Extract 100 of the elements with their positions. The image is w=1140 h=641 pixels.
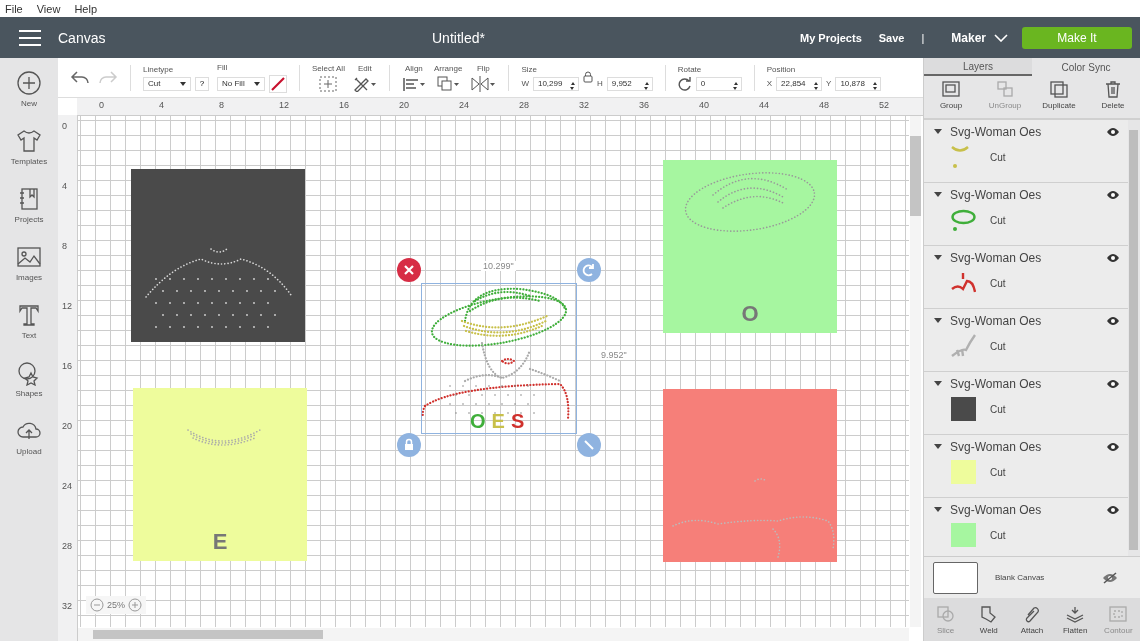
vertical-ruler: 0 4 8 12 16 20 24 28 32 (58, 115, 78, 641)
panel-tab[interactable]: Layers (924, 58, 1032, 76)
horizontal-scrollbar[interactable] (78, 628, 909, 641)
y-label: Y (826, 79, 832, 88)
y-field[interactable]: 10,878 (835, 76, 882, 91)
separator: | (921, 31, 925, 44)
horizontal-ruler: 0 4 8 12 16 20 24 28 32 36 40 44 48 52 (77, 98, 923, 116)
machine-dropdown[interactable]: Maker (951, 30, 1008, 45)
layer-operation: Cut (990, 340, 1006, 352)
menu-item[interactable]: File (5, 2, 23, 15)
header-link[interactable]: My Projects (800, 31, 862, 44)
collapse-caret-icon[interactable] (934, 318, 942, 324)
sidebar-item[interactable]: New (16, 70, 42, 115)
edit-button[interactable]: Edit (352, 63, 377, 92)
menu-item[interactable]: View (36, 2, 61, 15)
layer-operation: Cut (990, 214, 1006, 226)
ungroup-icon (995, 80, 1015, 98)
slice-icon (935, 604, 956, 623)
eye-icon[interactable] (1106, 505, 1120, 515)
x-field[interactable]: 22,854 (776, 76, 823, 91)
plus-circle-icon (16, 70, 42, 96)
arrange-button[interactable]: Arrange (433, 63, 463, 92)
tshirt-icon (16, 128, 42, 154)
undo-icon[interactable] (70, 69, 90, 86)
pencil-ruler-icon (352, 75, 377, 92)
eye-icon[interactable] (1106, 442, 1120, 452)
design-letter: O (740, 301, 760, 327)
sidebar-item[interactable]: Text (16, 302, 42, 347)
align-button[interactable]: Align (401, 63, 426, 92)
layer-name[interactable]: Svg-Woman Oes (950, 503, 1042, 517)
collapse-caret-icon[interactable] (934, 381, 942, 387)
align-left-icon (401, 75, 426, 92)
menu-item[interactable]: Help (74, 2, 97, 15)
sidebar-item[interactable]: Shapes (15, 360, 43, 405)
layers-scrollbar[interactable] (1129, 130, 1138, 550)
sidebar-item[interactable]: Images (15, 244, 43, 289)
help-button[interactable]: ? (195, 76, 209, 91)
collapse-caret-icon[interactable] (934, 507, 942, 513)
rotate-field[interactable]: 0 (695, 76, 742, 91)
design-card[interactable]: E (133, 388, 307, 561)
design-letter: O (470, 411, 486, 431)
lock-handle[interactable] (397, 433, 421, 457)
x-label: X (766, 79, 773, 88)
layer-action-button[interactable]: Group (930, 80, 972, 114)
group-icon (941, 80, 961, 98)
linetype-label: Linetype (143, 64, 175, 74)
rotate-handle[interactable] (577, 258, 601, 282)
layer-name[interactable]: Svg-Woman Oes (950, 188, 1042, 202)
menu-icon[interactable] (19, 29, 41, 46)
layer-name[interactable]: Svg-Woman Oes (950, 377, 1042, 391)
design-letter: E (491, 411, 505, 431)
select-all-button[interactable]: Select All (312, 63, 345, 92)
letter-t-icon (16, 302, 42, 328)
collapse-caret-icon[interactable] (934, 192, 942, 198)
layer-tool-button[interactable]: Weld (967, 604, 1010, 635)
collapse-caret-icon[interactable] (934, 444, 942, 450)
position-label: Position (766, 64, 797, 74)
height-field[interactable]: 9,952 (606, 76, 653, 91)
layer-name[interactable]: Svg-Woman Oes (950, 440, 1042, 454)
eye-icon[interactable] (1106, 316, 1120, 326)
sidebar-item[interactable]: Projects (14, 186, 44, 231)
sidebar-item[interactable]: Upload (16, 418, 42, 463)
layer-name[interactable]: Svg-Woman Oes (950, 314, 1042, 328)
linetype-select[interactable]: Cut (143, 76, 191, 91)
layer-action-button[interactable]: Duplicate (1038, 80, 1080, 114)
layer-name[interactable]: Svg-Woman Oes (950, 251, 1042, 265)
arrange-icon (436, 75, 461, 92)
collapse-caret-icon[interactable] (934, 129, 942, 135)
design-letter: S (510, 411, 525, 431)
delete-handle[interactable] (397, 258, 421, 282)
no-color-swatch-icon[interactable] (269, 74, 287, 93)
lock-icon[interactable] (582, 70, 593, 83)
blank-canvas-thumbnail[interactable] (933, 561, 978, 594)
eye-icon[interactable] (1106, 190, 1120, 200)
layer-action-button[interactable]: Delete (1092, 80, 1134, 114)
document-title: Untitled* (432, 29, 485, 46)
duplicate-icon (1049, 80, 1069, 98)
layer-name[interactable]: Svg-Woman Oes (950, 125, 1042, 139)
trash-icon (1103, 80, 1123, 98)
width-field[interactable]: 10,299 (532, 76, 579, 91)
size-label: Size (521, 64, 538, 74)
layer-tool-button[interactable]: Attach (1010, 604, 1053, 635)
fill-select[interactable]: No Fill (217, 76, 265, 91)
layer-operation: Cut (990, 277, 1006, 289)
flip-button[interactable]: Flip (470, 63, 497, 92)
eye-icon[interactable] (1106, 379, 1120, 389)
collapse-caret-icon[interactable] (934, 255, 942, 261)
layer-tool-button[interactable]: Flatten (1054, 604, 1097, 635)
chevron-down-icon (994, 33, 1008, 42)
flip-icon (470, 75, 497, 92)
eye-icon[interactable] (1106, 127, 1120, 137)
resize-handle[interactable] (577, 433, 601, 457)
sidebar-item[interactable]: Templates (10, 128, 48, 173)
eye-icon[interactable] (1106, 253, 1120, 263)
vertical-scrollbar[interactable] (910, 116, 921, 627)
layers-icon (1065, 604, 1086, 623)
layer-operation: Cut (990, 151, 1006, 163)
hidden-eye-icon[interactable] (1102, 571, 1118, 584)
header-link[interactable]: Save (878, 31, 905, 44)
fill-label: Fill (217, 62, 229, 72)
